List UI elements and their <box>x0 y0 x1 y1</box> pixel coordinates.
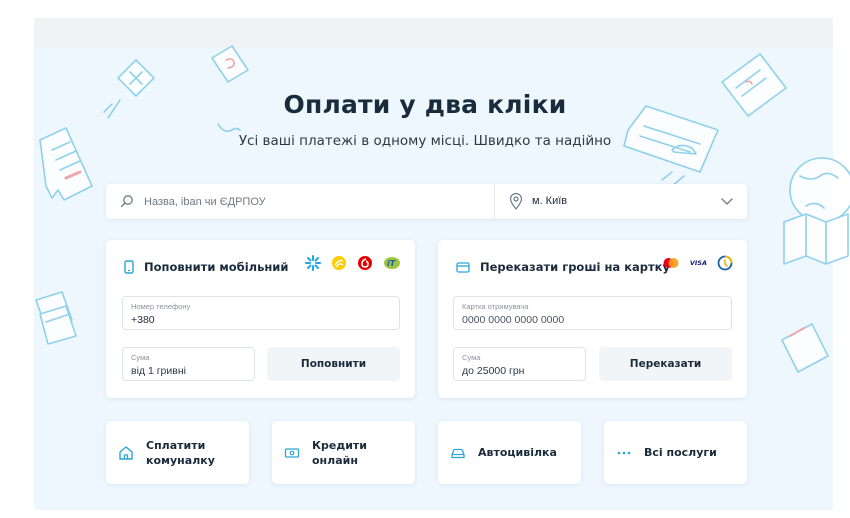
transfer-amount-label: Сума <box>462 353 481 362</box>
mobile-amount-label: Сума <box>131 353 150 362</box>
page-title: Оплати у два кліки <box>283 90 567 119</box>
service-all[interactable]: Всі послуги <box>604 421 747 484</box>
mobile-amount-field[interactable]: Сума від 1 гривні <box>122 347 255 381</box>
phone-field[interactable]: Номер телефону +380 <box>122 296 400 330</box>
location-pin-icon <box>509 193 523 210</box>
city-label: м. Київ <box>532 195 568 207</box>
search-input[interactable] <box>106 184 494 219</box>
car-icon <box>451 448 465 458</box>
dots-icon <box>617 451 631 454</box>
operator-logos: iT <box>305 255 401 271</box>
visa-icon: VISA <box>689 259 707 267</box>
kyivstar-icon <box>305 255 321 271</box>
phone-label: Номер телефону <box>131 302 191 311</box>
transfer-card-title: Переказати гроші на картку <box>480 260 670 274</box>
card-brand-logos: VISA <box>662 255 733 271</box>
mastercard-icon <box>663 258 679 268</box>
chevron-down-icon <box>721 198 733 205</box>
credit-card-icon <box>456 261 470 273</box>
service-auto-insurance-label: Автоцивілка <box>478 446 557 459</box>
transfer-amount-field[interactable]: Сума до 25000 грн <box>453 347 586 381</box>
service-utilities-line1: Сплатити <box>146 438 206 452</box>
page-subtitle: Усі ваші платежі в одному місці. Швидко … <box>238 133 612 149</box>
lifecell-icon <box>332 256 346 270</box>
service-utilities-label: Сплатити комуналку <box>146 438 215 468</box>
service-all-label: Всі послуги <box>644 446 717 459</box>
mobile-card-title: Поповнити мобільний <box>144 260 289 274</box>
topup-button[interactable]: Поповнити <box>267 347 400 381</box>
banknote-icon <box>284 447 300 458</box>
service-auto-insurance[interactable]: Автоцивілка <box>438 421 581 484</box>
recipient-card-placeholder: 0000 0000 0000 0000 <box>462 314 565 326</box>
service-utilities-line2: комуналку <box>146 453 215 467</box>
phone-value: +380 <box>131 314 155 326</box>
prostir-icon <box>717 255 733 271</box>
recipient-card-field[interactable]: Картка отримувача 0000 0000 0000 0000 <box>453 296 732 330</box>
city-select[interactable]: м. Київ <box>495 184 747 219</box>
transfer-button[interactable]: Переказати <box>599 347 732 381</box>
service-credits-label: Кредити онлайн <box>312 438 367 467</box>
transfer-amount-placeholder: до 25000 грн <box>462 365 525 377</box>
card-transfer-card: Переказати гроші на картку VISA Картка о… <box>438 240 747 398</box>
recipient-card-label: Картка отримувача <box>462 302 529 311</box>
search-bar: м. Київ <box>106 184 747 219</box>
intertelecom-icon: iT <box>384 257 400 269</box>
phone-icon <box>124 260 134 274</box>
mobile-topup-card: Поповнити мобільний iT Номер телефону +3… <box>106 240 415 398</box>
service-utilities[interactable]: Сплатити комуналку <box>106 421 249 484</box>
vodafone-icon <box>358 256 372 270</box>
mobile-amount-placeholder: від 1 гривні <box>131 365 186 377</box>
service-credits[interactable]: Кредити онлайн <box>272 421 415 484</box>
svg-text:iT: iT <box>387 259 396 268</box>
house-icon <box>119 445 133 460</box>
